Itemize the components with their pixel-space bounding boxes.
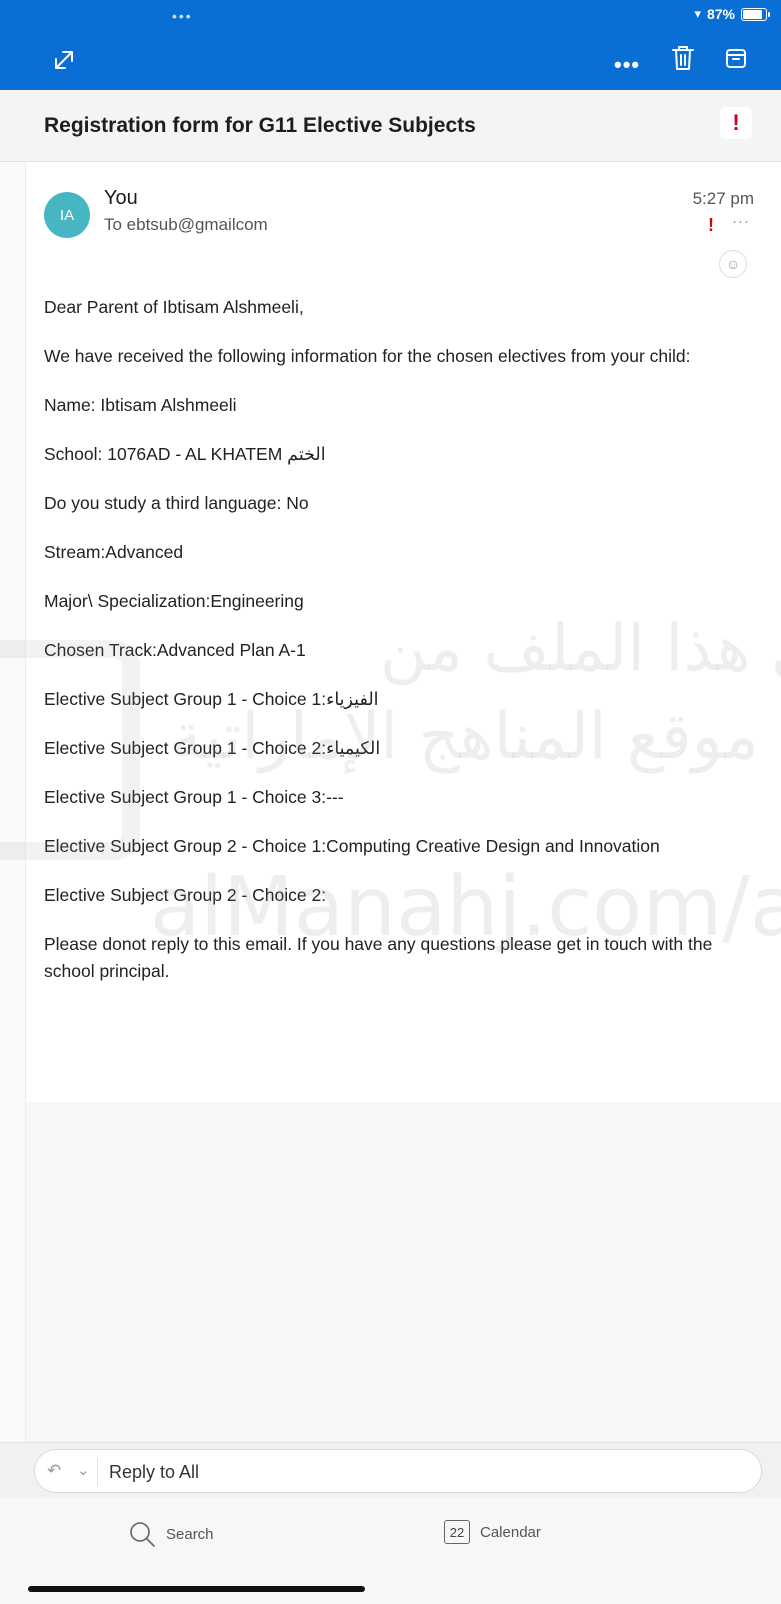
tab-search[interactable]: Search: [128, 1520, 214, 1548]
chevron-down-icon[interactable]: ⌄: [77, 1461, 90, 1479]
body-line: Elective Subject Group 1 - Choice 2:الكي…: [44, 738, 381, 758]
email-body: Dear Parent of Ibtisam Alshmeeli, We hav…: [44, 294, 756, 1007]
body-line: Elective Subject Group 2 - Choice 2:: [44, 885, 327, 905]
archive-icon[interactable]: [724, 46, 748, 70]
body-line: Major\ Specialization:Engineering: [44, 591, 304, 611]
body-line: Stream:Advanced: [44, 542, 184, 562]
reply-all-icon[interactable]: ↶: [47, 1461, 61, 1481]
trash-icon[interactable]: [670, 44, 696, 72]
status-indicators: ▾ 87%: [694, 6, 770, 22]
body-line: We have received the following informati…: [44, 346, 691, 366]
more-icon[interactable]: •••: [614, 52, 640, 78]
battery-percentage: 87%: [706, 6, 735, 22]
reply-label[interactable]: Reply to All: [109, 1462, 199, 1483]
home-indicator[interactable]: [28, 1586, 365, 1592]
top-toolbar: ••• ▾ 87% •••: [0, 0, 781, 90]
divider: [97, 1458, 98, 1486]
calendar-icon: 22: [444, 1520, 470, 1544]
sender-name[interactable]: You: [104, 187, 138, 210]
multitask-dots-icon[interactable]: •••: [172, 8, 193, 24]
reply-all-button[interactable]: ↶ ⌄ Reply to All: [34, 1449, 762, 1493]
reply-area: ↶ ⌄ Reply to All: [0, 1442, 781, 1498]
recipient-line[interactable]: To ebtsub@gmailcom: [104, 215, 268, 235]
battery-icon: [741, 7, 770, 21]
wifi-icon: ▾: [694, 6, 701, 21]
body-line: Elective Subject Group 2 - Choice 1:Comp…: [44, 836, 660, 856]
tab-calendar[interactable]: 22 Calendar: [444, 1520, 541, 1544]
body-line: Chosen Track:Advanced Plan A-1: [44, 640, 306, 660]
body-line: Dear Parent of Ibtisam Alshmeeli,: [44, 297, 304, 317]
flag-icon[interactable]: !: [720, 107, 752, 139]
body-line: School: 1076AD - AL KHATEM الختم: [44, 444, 326, 464]
email-message: IA You To ebtsub@gmailcom 5:27 pm ! ··· …: [26, 162, 781, 1102]
bottom-tab-bar: Search 22 Calendar: [0, 1498, 781, 1604]
body-line: Name: Ibtisam Alshmeeli: [44, 395, 237, 415]
avatar[interactable]: IA: [44, 192, 90, 238]
body-line: Elective Subject Group 1 - Choice 3:---: [44, 787, 344, 807]
left-edge-panel: [0, 162, 26, 1442]
empty-area: [26, 1102, 781, 1442]
body-line: Elective Subject Group 1 - Choice 1:الفي…: [44, 689, 379, 709]
email-subject: Registration form for G11 Elective Subje…: [44, 114, 476, 137]
tab-search-label: Search: [166, 1525, 214, 1543]
emoji-icon[interactable]: ☺: [719, 250, 747, 278]
message-more-icon[interactable]: ···: [732, 213, 750, 230]
subject-header: Registration form for G11 Elective Subje…: [0, 90, 781, 162]
body-line: Please donot reply to this email. If you…: [44, 934, 713, 981]
tab-calendar-label: Calendar: [480, 1523, 541, 1541]
sent-time: 5:27 pm: [692, 189, 754, 208]
expand-icon[interactable]: [52, 48, 76, 72]
body-line: Do you study a third language: No: [44, 493, 309, 513]
search-icon: [130, 1522, 155, 1547]
important-flag-icon: !: [708, 215, 714, 235]
